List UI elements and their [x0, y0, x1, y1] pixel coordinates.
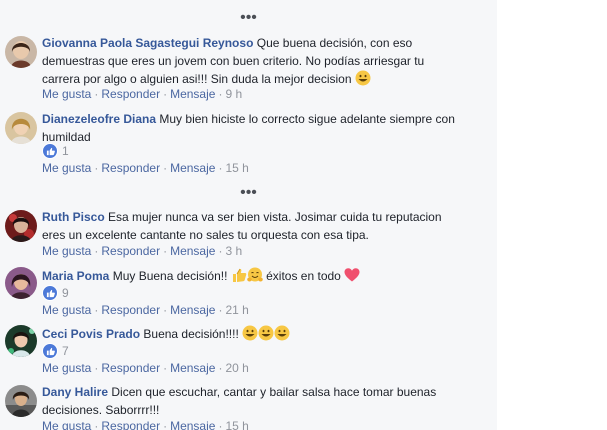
comment-actions: Me gusta · Responder · Mensaje · 20 h	[42, 361, 249, 375]
timestamp[interactable]: 3 h	[225, 244, 242, 258]
reaction-count: 7	[62, 343, 69, 358]
comment-actions: Me gusta · Responder · Mensaje · 15 h	[42, 418, 249, 430]
message-link[interactable]: Mensaje	[170, 419, 215, 430]
reactions-summary[interactable]: 9	[42, 284, 69, 301]
more-replies-middle[interactable]: •••	[0, 185, 497, 203]
comments-panel: ••• Giovanna Paola Sagastegui Reynoso Qu…	[0, 0, 497, 430]
author-name[interactable]: Giovanna Paola Sagastegui Reynoso	[42, 36, 253, 50]
message-link[interactable]: Mensaje	[170, 361, 215, 375]
timestamp[interactable]: 15 h	[225, 161, 248, 175]
avatar[interactable]	[5, 385, 37, 417]
author-name[interactable]: Dianezeleofre Diana	[42, 112, 156, 126]
reply-link[interactable]: Responder	[101, 419, 160, 430]
message-link[interactable]: Mensaje	[170, 161, 215, 175]
grin-emoji-icon	[274, 325, 290, 341]
grin-emoji-icon	[258, 325, 274, 341]
comment-actions: Me gusta · Responder · Mensaje · 21 h	[42, 303, 249, 317]
timestamp[interactable]: 9 h	[225, 87, 242, 101]
reply-link[interactable]: Responder	[101, 87, 160, 101]
reply-link[interactable]: Responder	[101, 161, 160, 175]
timestamp[interactable]: 15 h	[225, 419, 248, 430]
comment-actions: Me gusta · Responder · Mensaje · 9 h	[42, 87, 243, 101]
reaction-count: 9	[62, 285, 69, 300]
like-reaction-icon	[42, 284, 58, 301]
comment-actions: Me gusta · Responder · Mensaje · 15 h	[42, 161, 249, 175]
reply-link[interactable]: Responder	[101, 361, 160, 375]
author-name[interactable]: Ruth Pisco	[42, 210, 105, 224]
comment-text: Muy Buena decisión!!	[112, 269, 228, 283]
like-link[interactable]: Me gusta	[42, 361, 91, 375]
reaction-count: 1	[62, 143, 69, 158]
comment-text: Buena decisión!!!!	[143, 327, 239, 341]
author-name[interactable]: Dany Halire	[42, 385, 108, 399]
comment-body: Ceci Povis Prado Buena decisión!!!!	[42, 325, 460, 343]
like-link[interactable]: Me gusta	[42, 87, 91, 101]
avatar[interactable]	[5, 325, 37, 357]
message-link[interactable]: Mensaje	[170, 87, 215, 101]
comment-body: Dianezeleofre Diana Muy bien hiciste lo …	[42, 110, 460, 146]
like-reaction-icon	[42, 142, 58, 159]
message-link[interactable]: Mensaje	[170, 244, 215, 258]
author-name[interactable]: Maria Poma	[42, 269, 109, 283]
reply-link[interactable]: Responder	[101, 303, 160, 317]
more-replies-top[interactable]: •••	[0, 10, 497, 28]
avatar[interactable]	[5, 112, 37, 144]
message-link[interactable]: Mensaje	[170, 303, 215, 317]
like-reaction-icon	[42, 342, 58, 359]
comment-actions: Me gusta · Responder · Mensaje · 3 h	[42, 244, 243, 258]
avatar[interactable]	[5, 267, 37, 299]
timestamp[interactable]: 21 h	[225, 303, 248, 317]
avatar[interactable]	[5, 36, 37, 68]
like-link[interactable]: Me gusta	[42, 161, 91, 175]
comment-text-after: éxitos en todo	[266, 269, 341, 283]
comment-body: Ruth Pisco Esa mujer nunca va ser bien v…	[42, 208, 460, 244]
like-link[interactable]: Me gusta	[42, 244, 91, 258]
avatar[interactable]	[5, 210, 37, 242]
like-link[interactable]: Me gusta	[42, 419, 91, 430]
comment-body: Maria Poma Muy Buena decisión!! éxitos e…	[42, 267, 460, 285]
grin-emoji-icon	[355, 70, 371, 86]
heart-emoji-icon	[344, 267, 360, 283]
thumbs-up-emoji-icon	[231, 267, 247, 283]
hugging-emoji-icon	[246, 267, 263, 283]
timestamp[interactable]: 20 h	[225, 361, 248, 375]
grin-emoji-icon	[242, 325, 258, 341]
author-name[interactable]: Ceci Povis Prado	[42, 327, 140, 341]
reactions-summary[interactable]: 7	[42, 342, 69, 359]
reply-link[interactable]: Responder	[101, 244, 160, 258]
comment-body: Giovanna Paola Sagastegui Reynoso Que bu…	[42, 34, 460, 88]
comment-body: Dany Halire Dicen que escuchar, cantar y…	[42, 383, 460, 419]
like-link[interactable]: Me gusta	[42, 303, 91, 317]
reactions-summary[interactable]: 1	[42, 142, 69, 159]
